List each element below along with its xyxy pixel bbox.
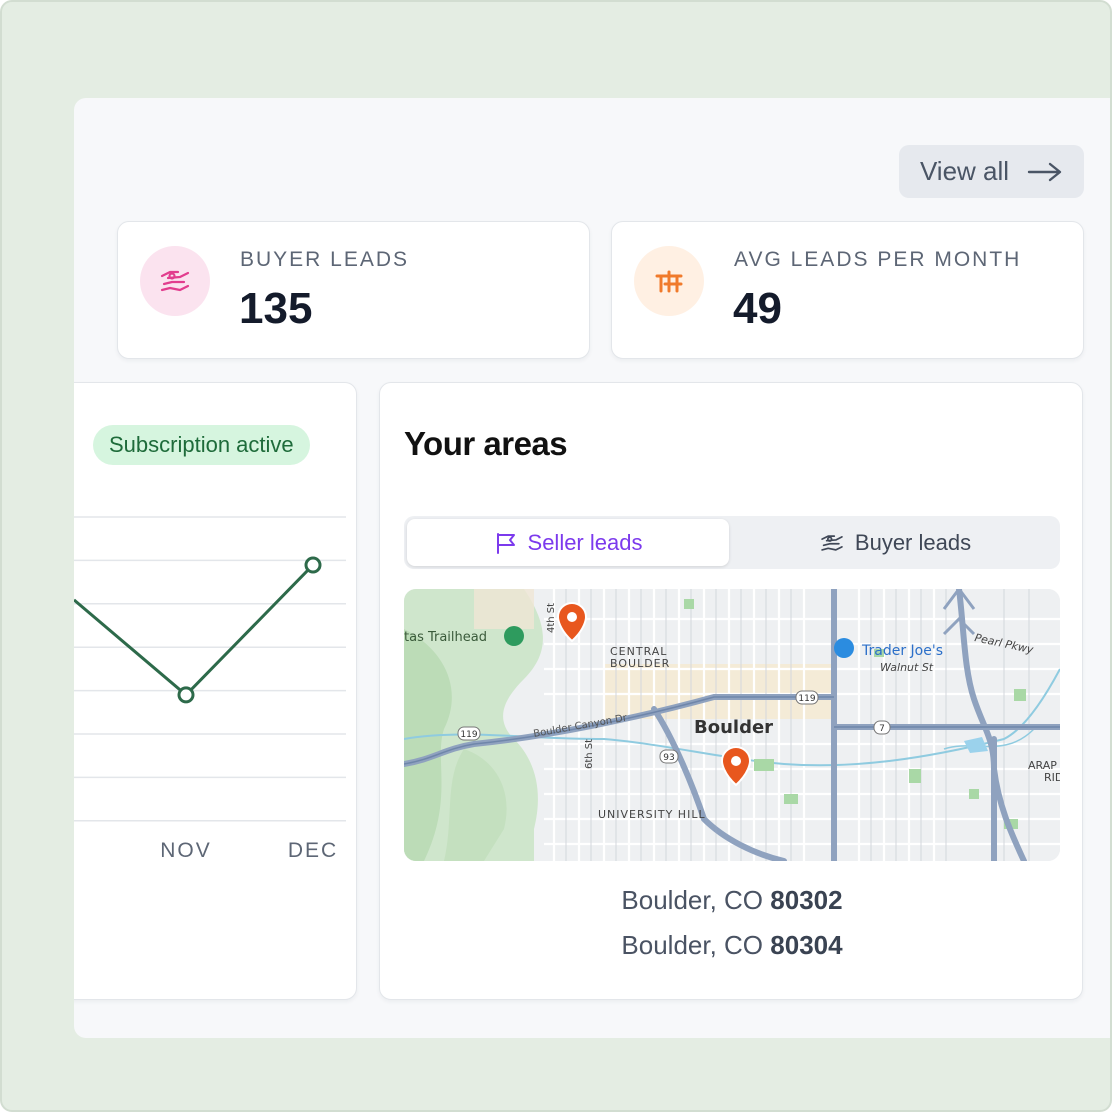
map-label-6th-st: 6th St: [584, 739, 595, 769]
stat-value: 135: [239, 284, 313, 333]
map-label-central: BOULDER: [610, 657, 670, 670]
areas-title: Your areas: [404, 425, 568, 462]
x-tick-label: DEC: [288, 839, 338, 862]
chart-series-line: [74, 563, 315, 697]
route-119-label: 119: [460, 730, 477, 740]
leads-line-chart: NOV DEC: [74, 516, 346, 862]
stat-label: BUYER LEADS: [240, 248, 410, 271]
flag-icon: [496, 532, 515, 554]
x-tick-label: NOV: [160, 839, 212, 862]
route-93-label: 93: [663, 753, 674, 763]
map-label-walnut: Walnut St: [880, 661, 934, 674]
map-label-city: Boulder: [694, 717, 773, 738]
map-label-arap: RID: [1044, 771, 1060, 784]
route-7-label: 7: [879, 724, 885, 734]
view-all-label: View all: [919, 156, 1010, 186]
areas-map[interactable]: 119 119 93 7 tas Trailhead CENTRAL BOULD…: [404, 589, 1060, 861]
stat-value: 49: [733, 284, 782, 333]
background-frame: View all BUYER LEADS 135 AVG LEADS PER M…: [0, 0, 1112, 1112]
area-address: Boulder, CO 80304: [380, 930, 1084, 961]
tab-buyer-leads[interactable]: Buyer leads: [734, 519, 1056, 566]
address-zip: 80304: [770, 930, 843, 960]
buyer-handshake-icon: [821, 534, 843, 551]
arrow-right-icon: [1027, 162, 1062, 181]
bar-chart-icon: [634, 246, 704, 316]
chart-data-point[interactable]: [177, 686, 195, 704]
map-label-trailhead: tas Trailhead: [404, 630, 487, 645]
tab-label: Seller leads: [527, 529, 643, 555]
area-address: Boulder, CO 80302: [380, 885, 1084, 916]
address-city: Boulder, CO: [621, 885, 764, 915]
map-label-4th-st: 4th St: [546, 603, 557, 633]
address-city: Boulder, CO: [621, 930, 764, 960]
leads-chart-card: Subscription active NOV DEC: [74, 382, 357, 1000]
view-all-button[interactable]: View all: [899, 145, 1084, 198]
leads-type-toggle: Seller leads Buyer leads: [404, 516, 1060, 569]
buyer-handshake-icon: [140, 246, 210, 316]
tab-seller-leads[interactable]: Seller leads: [407, 519, 729, 566]
stat-label: AVG LEADS PER MONTH: [734, 248, 1022, 271]
tab-label: Buyer leads: [854, 529, 972, 555]
map-label-university-hill: UNIVERSITY HILL: [598, 808, 706, 821]
map-canvas: 119 119 93 7 tas Trailhead CENTRAL BOULD…: [404, 589, 1060, 861]
buyer-leads-card: BUYER LEADS 135: [117, 221, 590, 359]
chart-data-point[interactable]: [304, 556, 322, 574]
address-zip: 80302: [770, 885, 843, 915]
dashboard-panel: View all BUYER LEADS 135 AVG LEADS PER M…: [74, 98, 1110, 1038]
your-areas-card: Your areas Seller leads Buyer leads 119 …: [379, 382, 1083, 1000]
route-119-label: 119: [798, 694, 815, 704]
avg-leads-card: AVG LEADS PER MONTH 49: [611, 221, 1084, 359]
map-label-trader-joes: Trader Joe's: [861, 643, 943, 659]
